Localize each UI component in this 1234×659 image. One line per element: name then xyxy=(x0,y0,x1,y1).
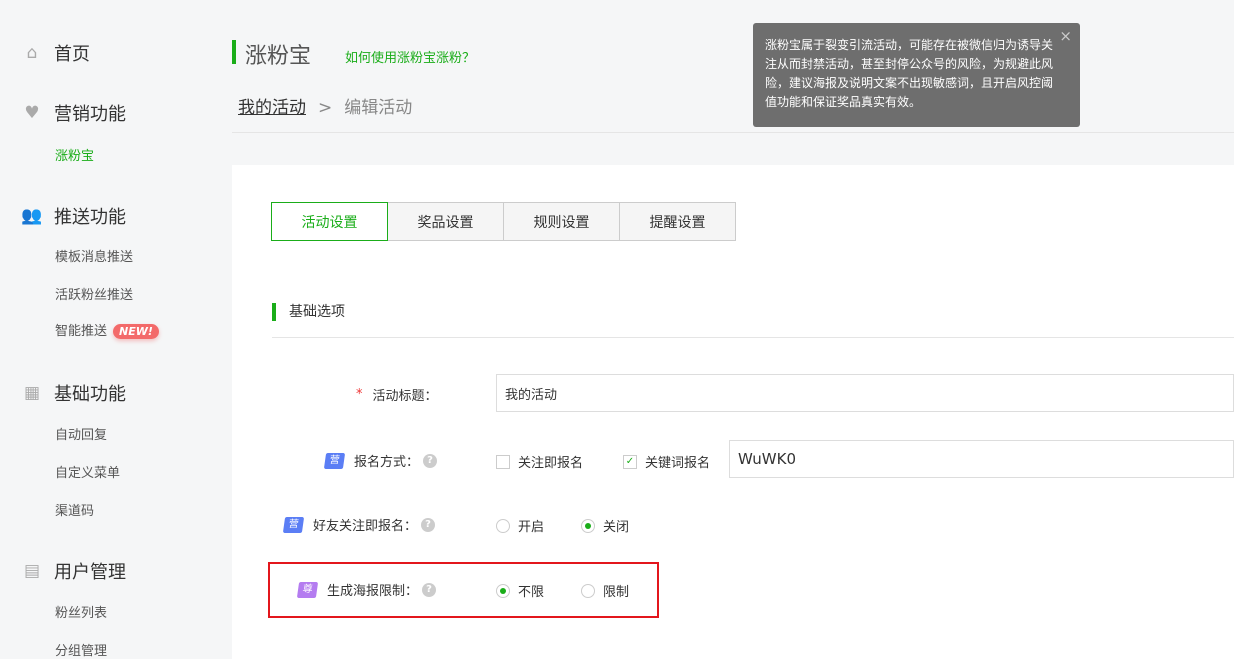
poster-limit-label: 尊生成海报限制：? xyxy=(298,580,436,599)
breadcrumb: 我的活动 > 编辑活动 xyxy=(238,93,412,118)
option-label: 不限 xyxy=(518,581,544,600)
risk-tooltip: 涨粉宝属于裂变引流活动，可能存在被微信归为诱导关注从而封禁活动，甚至封停公众号的… xyxy=(753,23,1080,127)
sidebar: ⌂ 首页 ♥ 营销功能 涨粉宝 👥 推送功能 模板消息推送 活跃粉丝推送 智能推送 NE… xyxy=(0,0,205,659)
follow-signup-checkbox[interactable]: 关注即报名 xyxy=(496,452,583,471)
checkbox[interactable] xyxy=(496,455,510,469)
title-label: * 活动标题： xyxy=(356,385,438,404)
nav-home[interactable]: ⌂ 首页 xyxy=(22,40,90,66)
premium-badge: 尊 xyxy=(297,582,318,598)
label-text: 好友关注即报名： xyxy=(313,515,417,534)
nav-label: 基础功能 xyxy=(54,380,126,406)
grid-icon: ▦ xyxy=(22,384,42,402)
option-label: 关注即报名 xyxy=(518,452,583,471)
nav-zhangfenbao[interactable]: 涨粉宝 xyxy=(55,145,94,164)
breadcrumb-separator: > xyxy=(318,98,332,118)
signup-label: 营报名方式：? xyxy=(325,451,437,470)
nav-push[interactable]: 👥 推送功能 xyxy=(22,203,126,229)
page-title: 涨粉宝 xyxy=(245,38,311,70)
friend-follow-on-radio[interactable]: 开启 xyxy=(496,516,544,535)
help-icon[interactable]: ? xyxy=(422,583,436,597)
users-icon: 👥 xyxy=(22,207,42,225)
tab-rule-settings[interactable]: 规则设置 xyxy=(503,202,620,241)
checkbox-checked[interactable]: ✓ xyxy=(623,455,637,469)
nav-label: 首页 xyxy=(54,40,90,66)
nav-label: 营销功能 xyxy=(54,100,126,126)
divider xyxy=(232,132,1234,133)
close-icon[interactable]: × xyxy=(1059,27,1072,46)
heart-plus-icon: ♥ xyxy=(22,104,42,122)
marketing-badge: 营 xyxy=(324,453,345,469)
poster-unlimited-radio[interactable]: 不限 xyxy=(496,581,544,600)
content-card: 活动设置 奖品设置 规则设置 提醒设置 基础选项 *活动标题： 我的活动 营报名… xyxy=(232,165,1234,659)
nav-auto-reply[interactable]: 自动回复 xyxy=(55,424,107,443)
required-mark: * xyxy=(356,387,363,402)
home-icon: ⌂ xyxy=(22,44,42,62)
marketing-badge: 营 xyxy=(283,517,304,533)
option-label: 关键词报名 xyxy=(645,452,710,471)
option-label: 关闭 xyxy=(603,516,629,535)
activity-title-input[interactable]: 我的活动 xyxy=(496,374,1234,412)
label-text: 活动标题： xyxy=(373,385,438,404)
section-title: 基础选项 xyxy=(272,303,345,321)
radio-selected[interactable] xyxy=(581,519,595,533)
friend-follow-label: 营好友关注即报名：? xyxy=(284,515,435,534)
help-icon[interactable]: ? xyxy=(423,454,437,468)
nav-smart-push[interactable]: 智能推送 NEW! xyxy=(55,320,159,339)
nav-custom-menu[interactable]: 自定义菜单 xyxy=(55,462,120,481)
document-icon: ▤ xyxy=(22,562,42,580)
tab-prize-settings[interactable]: 奖品设置 xyxy=(387,202,504,241)
option-label: 开启 xyxy=(518,516,544,535)
breadcrumb-my-activities[interactable]: 我的活动 xyxy=(238,98,306,118)
nav-label: 用户管理 xyxy=(54,558,126,584)
tab-activity-settings[interactable]: 活动设置 xyxy=(271,202,388,241)
nav-users[interactable]: ▤ 用户管理 xyxy=(22,558,126,584)
divider xyxy=(272,337,1234,338)
radio[interactable] xyxy=(581,584,595,598)
nav-basic[interactable]: ▦ 基础功能 xyxy=(22,380,126,406)
nav-marketing[interactable]: ♥ 营销功能 xyxy=(22,100,126,126)
breadcrumb-current: 编辑活动 xyxy=(344,98,412,118)
radio-selected[interactable] xyxy=(496,584,510,598)
help-icon[interactable]: ? xyxy=(421,518,435,532)
nav-channel-code[interactable]: 渠道码 xyxy=(55,500,94,519)
label-text: 生成海报限制： xyxy=(327,580,418,599)
radio[interactable] xyxy=(496,519,510,533)
tab-reminder-settings[interactable]: 提醒设置 xyxy=(619,202,736,241)
nav-template-push[interactable]: 模板消息推送 xyxy=(55,246,133,265)
label-text: 报名方式： xyxy=(354,451,419,470)
help-link[interactable]: 如何使用涨粉宝涨粉？ xyxy=(345,47,475,66)
keyword-input[interactable]: WuWK0 xyxy=(729,440,1234,478)
title-accent-bar xyxy=(232,40,236,64)
nav-fans-list[interactable]: 粉丝列表 xyxy=(55,602,107,621)
nav-label: 智能推送 xyxy=(55,324,107,339)
poster-limit-radio[interactable]: 限制 xyxy=(581,581,629,600)
friend-follow-off-radio[interactable]: 关闭 xyxy=(581,516,629,535)
tooltip-text: 涨粉宝属于裂变引流活动，可能存在被微信归为诱导关注从而封禁活动，甚至封停公众号的… xyxy=(765,38,1053,109)
nav-group-manage[interactable]: 分组管理 xyxy=(55,640,107,659)
new-badge: NEW! xyxy=(113,324,159,339)
tabs: 活动设置 奖品设置 规则设置 提醒设置 xyxy=(272,202,736,241)
keyword-signup-checkbox[interactable]: ✓ 关键词报名 xyxy=(623,452,710,471)
nav-active-fans-push[interactable]: 活跃粉丝推送 xyxy=(55,284,133,303)
nav-label: 推送功能 xyxy=(54,203,126,229)
option-label: 限制 xyxy=(603,581,629,600)
